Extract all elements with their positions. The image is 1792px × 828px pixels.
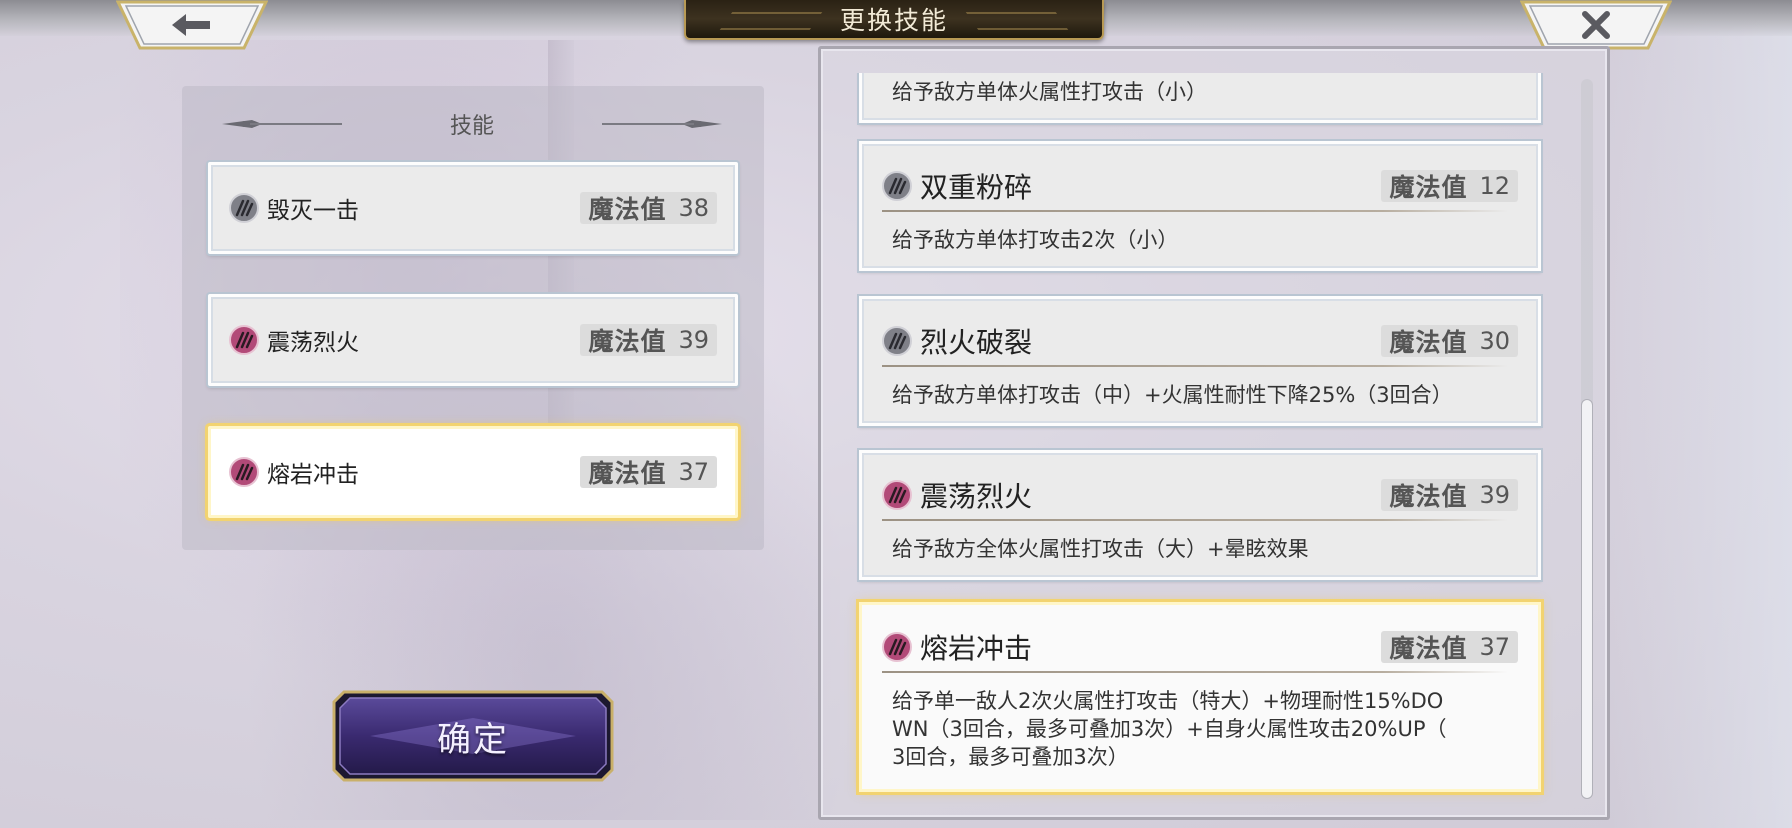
pink-orb-icon — [229, 325, 259, 355]
pink-orb-icon — [229, 457, 259, 487]
divider — [882, 519, 1508, 521]
mp-label: 魔法值 — [1389, 328, 1468, 357]
skill-list[interactable]: 给予敌方单体火属性打攻击（小） 双重粉碎 魔法值 12 给予敌方单体打攻击2次（… — [821, 73, 1591, 813]
mp-value: 37 — [678, 458, 709, 486]
close-icon — [1582, 11, 1610, 39]
section-title: 技能 — [449, 114, 494, 139]
mp-badge: 魔法值 30 — [1381, 325, 1518, 357]
equipped-slot-3[interactable]: 熔岩冲击 魔法值 37 — [208, 426, 738, 518]
skill-desc: 给予敌方单体打攻击（中）+火属性耐性下降25%（3回合） — [892, 383, 1453, 407]
skill-desc: 给予敌方单体火属性打攻击（小） — [892, 80, 1207, 104]
pink-orb-icon — [882, 480, 912, 510]
mp-value: 39 — [1479, 481, 1510, 509]
mp-value: 12 — [1479, 172, 1510, 200]
scrollbar-thumb[interactable] — [1581, 399, 1593, 799]
mp-badge: 魔法值 37 — [1381, 631, 1518, 663]
divider — [882, 365, 1508, 367]
skill-desc: 给予敌方全体火属性打攻击（大）+晕眩效果 — [892, 537, 1309, 561]
mp-value: 39 — [678, 326, 709, 354]
skill-desc: 给予敌方单体打攻击2次（小） — [892, 228, 1179, 252]
skill-name: 震荡烈火 — [267, 330, 359, 356]
skill-desc-line: 3回合，最多可叠加3次） — [892, 745, 1129, 769]
skill-list-panel[interactable]: 给予敌方单体火属性打攻击（小） 双重粉碎 魔法值 12 给予敌方单体打攻击2次（… — [818, 46, 1610, 820]
mp-value: 30 — [1479, 327, 1510, 355]
divider — [882, 671, 1508, 673]
pink-orb-icon — [882, 632, 912, 662]
ornament-left-icon — [222, 120, 342, 128]
section-header: 技能 — [222, 106, 722, 142]
mp-badge: 魔法值 39 — [580, 324, 717, 356]
skill-name: 熔岩冲击 — [267, 462, 359, 488]
back-button[interactable] — [116, 0, 268, 50]
equipped-slot-2[interactable]: 震荡烈火 魔法值 39 — [208, 294, 738, 386]
close-button[interactable] — [1520, 0, 1672, 50]
skill-desc-line: 给予单一敌人2次火属性打攻击（特大）+物理耐性15%DO — [892, 689, 1444, 713]
mp-label: 魔法值 — [588, 195, 667, 224]
skill-desc: 给予单一敌人2次火属性打攻击（特大）+物理耐性15%DO WN（3回合，最多可叠… — [892, 687, 1508, 771]
skill-name: 震荡烈火 — [920, 480, 1033, 513]
arrow-left-icon — [172, 14, 210, 36]
gray-orb-icon — [229, 193, 259, 223]
mp-value: 37 — [1479, 633, 1510, 661]
gray-orb-icon — [882, 171, 912, 201]
mp-value: 38 — [678, 194, 709, 222]
equipped-slot-1[interactable]: 毁灭一击 魔法值 38 — [208, 162, 738, 254]
mp-label: 魔法值 — [1389, 634, 1468, 663]
skill-card[interactable]: 震荡烈火 魔法值 39 给予敌方全体火属性打攻击（大）+晕眩效果 — [859, 450, 1541, 580]
mp-badge: 魔法值 39 — [1381, 479, 1518, 511]
background-glow — [1612, 0, 1792, 828]
skill-name: 熔岩冲击 — [920, 632, 1033, 665]
confirm-button[interactable]: 确定 — [330, 688, 616, 784]
equipped-skills-panel: 技能 毁灭一击 魔法值 38 震荡烈火 魔法值 39 熔岩冲击 魔法值 37 — [182, 86, 764, 550]
skill-name: 烈火破裂 — [920, 326, 1033, 359]
confirm-label: 确定 — [437, 719, 509, 760]
scrollbar[interactable] — [1581, 79, 1593, 799]
mp-badge: 魔法值 12 — [1381, 170, 1518, 202]
mp-badge: 魔法值 38 — [580, 192, 717, 224]
mp-label: 魔法值 — [588, 459, 667, 488]
mp-label: 魔法值 — [588, 327, 667, 356]
divider — [882, 210, 1508, 212]
page-title: 更换技能 — [839, 6, 948, 35]
skill-card-selected[interactable]: 熔岩冲击 魔法值 37 给予单一敌人2次火属性打攻击（特大）+物理耐性15%DO… — [859, 602, 1541, 792]
mp-badge: 魔法值 37 — [580, 456, 717, 488]
gray-orb-icon — [882, 326, 912, 356]
mp-label: 魔法值 — [1389, 173, 1468, 202]
skill-desc-line: WN（3回合，最多可叠加3次）+自身火属性攻击20%UP（ — [892, 717, 1447, 741]
title-banner: 更换技能 — [684, 0, 1104, 40]
skill-name: 双重粉碎 — [920, 171, 1033, 204]
ornament-right-icon — [602, 120, 722, 128]
skill-card-partial[interactable]: 给予敌方单体火属性打攻击（小） — [859, 73, 1541, 123]
skill-card[interactable]: 烈火破裂 魔法值 30 给予敌方单体打攻击（中）+火属性耐性下降25%（3回合） — [859, 296, 1541, 426]
mp-label: 魔法值 — [1389, 482, 1468, 511]
skill-name: 毁灭一击 — [267, 198, 359, 224]
skill-card[interactable]: 双重粉碎 魔法值 12 给予敌方单体打攻击2次（小） — [859, 141, 1541, 271]
